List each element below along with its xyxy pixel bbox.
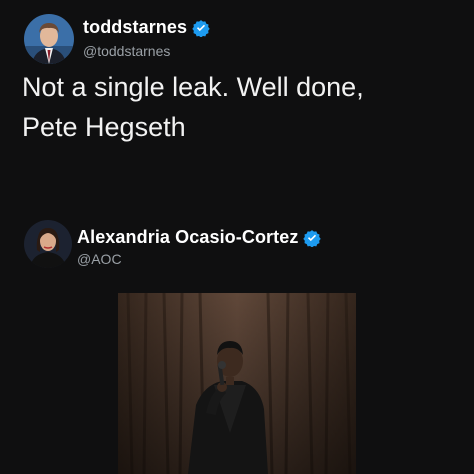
display-name[interactable]: toddstarnes xyxy=(83,17,187,38)
video-frame-image xyxy=(118,293,356,474)
verified-badge-icon xyxy=(303,229,322,248)
avatar-aoc[interactable] xyxy=(24,220,72,268)
name-row: Alexandria Ocasio-Cortez xyxy=(77,227,322,248)
handle[interactable]: @AOC xyxy=(77,251,122,267)
tweet-text-line: Pete Hegseth xyxy=(22,112,186,142)
avatar-image xyxy=(24,220,72,268)
tweet-text-line: Not a single leak. Well done, xyxy=(22,72,364,102)
tweet-text: Not a single leak. Well done, Pete Hegse… xyxy=(22,67,462,147)
name-row: toddstarnes xyxy=(83,17,210,38)
avatar-toddstarnes[interactable] xyxy=(24,14,74,64)
handle[interactable]: @toddstarnes xyxy=(83,43,170,59)
video-thumbnail[interactable] xyxy=(118,293,356,474)
verified-badge-icon xyxy=(192,19,210,38)
avatar-image xyxy=(24,14,74,64)
display-name[interactable]: Alexandria Ocasio-Cortez xyxy=(77,227,298,248)
